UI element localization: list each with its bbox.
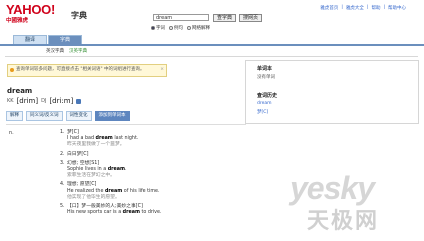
radio-dot-icon — [169, 25, 173, 30]
kk-ipa: [drim] — [16, 97, 39, 105]
definition-item: 3. 幻想; 空想[S1] Sophie lives in a dream. 索… — [60, 160, 127, 179]
action-inflections[interactable]: 词性变化 — [65, 111, 92, 121]
page-title: 字典 — [71, 11, 87, 20]
search-input[interactable]: dream — [153, 14, 209, 21]
pronunciation: KK [drim] DJ [dri:m] — [7, 97, 82, 105]
radio-dot-icon — [187, 25, 191, 30]
sub-nav: 英汉字典 汉英字典 — [46, 48, 87, 54]
info-icon — [10, 68, 14, 72]
lookup-button[interactable]: 查字典 — [213, 14, 236, 22]
watermark-text: 天极网 — [307, 209, 380, 234]
search-type-radios: 字词 例句 网络解释 — [151, 25, 210, 31]
top-link-help-center[interactable]: 帮助中心 — [388, 5, 406, 11]
definition-item: 1. 梦[C] I had a bad dream last night. 昨天… — [60, 130, 139, 148]
wordbook-title: 单词本 — [257, 66, 273, 72]
radio-words[interactable]: 字词 — [151, 25, 165, 31]
history-title: 查词历史 — [257, 93, 278, 99]
definition-item: 5. 【口】梦一般美妙的人;美妙之事[C] His new sports car… — [60, 204, 162, 216]
top-links: 雅虎首页 | 雅虎大全 | 帮助 | 帮助中心 — [320, 5, 406, 11]
yahoo-logo[interactable]: YAHOO! 中國雅虎 — [6, 3, 72, 29]
notice-box: 查询单词较多问题，可直接点击 "相关词语" 中的词组进行查询。 × — [7, 64, 167, 77]
subnav-divider — [5, 56, 418, 57]
tab-translate[interactable]: 翻译 — [13, 35, 47, 44]
entry-divider — [6, 124, 246, 125]
radio-dot-icon — [151, 25, 155, 30]
notice-text: 查询单词较多问题，可直接点击 "相关词语" 中的词组进行查询。 — [16, 67, 145, 72]
definition-item: 4. 理想; 愿望[C] He realized the dream of hi… — [60, 182, 160, 200]
logo-text: YAHOO! — [6, 2, 56, 17]
radio-web-def[interactable]: 网络解释 — [187, 25, 210, 31]
logo-subtext: 中國雅虎 — [6, 18, 29, 24]
speaker-icon[interactable] — [76, 98, 82, 104]
tab-divider — [0, 44, 424, 46]
history-link-meng[interactable]: 梦[C] — [257, 109, 268, 115]
wordbook-empty: 没有单词 — [257, 75, 275, 80]
part-of-speech: n. — [9, 130, 14, 136]
definition-item: 2. 白日梦[C] — [60, 151, 89, 157]
top-link-help[interactable]: 帮助 — [371, 5, 380, 11]
web-search-button[interactable]: 搜网页 — [239, 14, 262, 22]
top-link-home[interactable]: 雅虎首页 — [320, 5, 338, 11]
action-synonyms[interactable]: 同义词/反义词 — [26, 111, 63, 121]
watermark-logo: yesky — [290, 170, 375, 206]
subnav-zh-en[interactable]: 汉英字典 — [69, 48, 87, 54]
action-add-wordbook[interactable]: 添加到单词本 — [94, 111, 130, 121]
tab-dictionary[interactable]: 字典 — [48, 35, 82, 44]
dj-ipa: [dri:m] — [49, 97, 74, 105]
history-link-dream[interactable]: dream — [257, 101, 272, 106]
entry-actions: 解释 同义词/反义词 词性变化 添加到单词本 — [6, 111, 130, 121]
top-link-directory[interactable]: 雅虎大全 — [346, 5, 364, 11]
action-explain[interactable]: 解释 — [6, 111, 23, 121]
subnav-en-zh[interactable]: 英汉字典 — [46, 48, 64, 54]
close-icon[interactable]: × — [160, 67, 164, 72]
definition-list: 1. 梦[C] I had a bad dream last night. 昨天… — [60, 130, 240, 219]
entry-word: dream — [7, 87, 33, 95]
radio-sentences[interactable]: 例句 — [169, 25, 183, 31]
main-tabs: 翻译 字典 — [13, 35, 82, 44]
